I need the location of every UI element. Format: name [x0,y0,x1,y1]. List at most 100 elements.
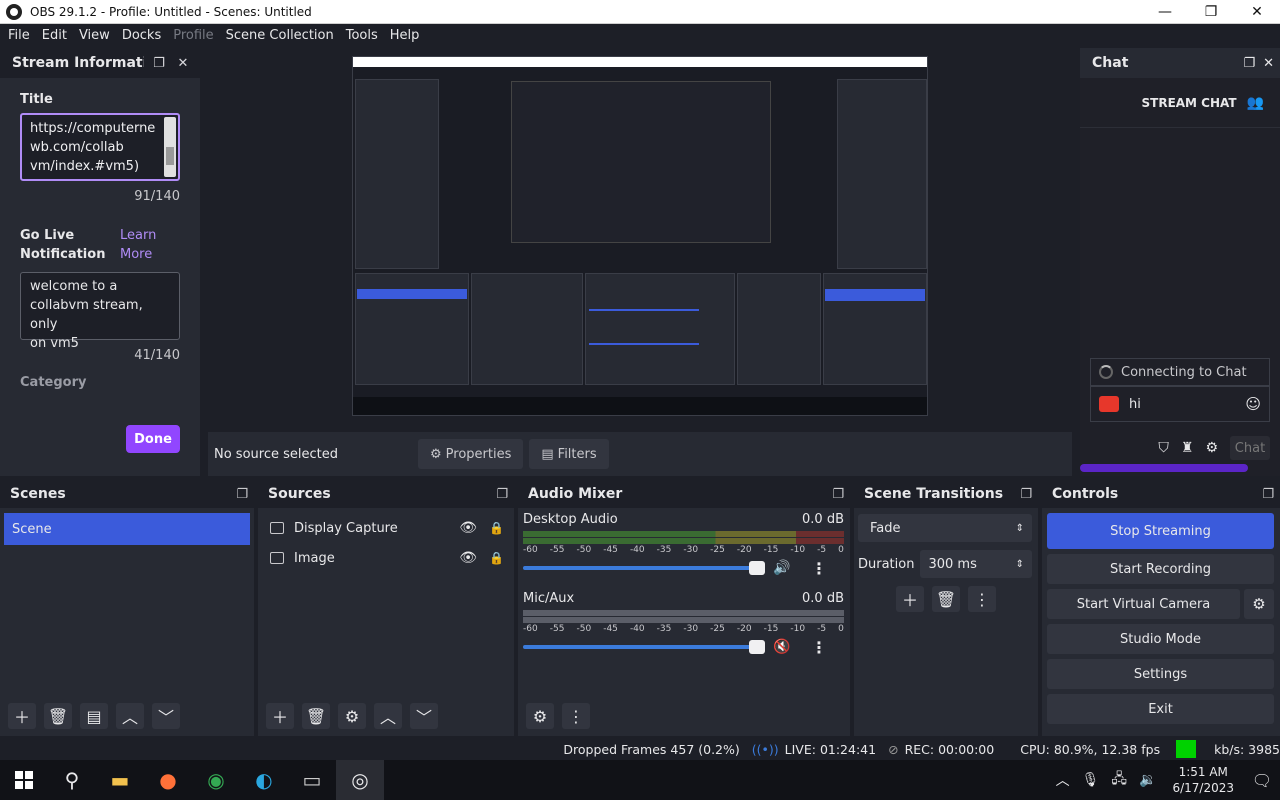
microphone-icon[interactable]: 🎙 [1082,772,1100,788]
chevron-up-icon[interactable]: ︿ [1056,770,1070,790]
menu-profile[interactable]: Profile [167,28,219,43]
minimize-button[interactable]: — [1142,0,1188,24]
float-dock-icon[interactable]: ❐ [1020,487,1032,502]
remove-transition-button[interactable]: 🗑 [932,586,960,612]
notification-textarea[interactable]: welcome to a collabvm stream, only on vm… [20,272,180,351]
menu-edit[interactable]: Edit [36,28,73,43]
remove-source-button[interactable]: 🗑 [302,703,330,729]
app-button[interactable]: ▭ [288,760,336,800]
advanced-audio-button[interactable]: ⚙ [526,703,554,729]
add-scene-button[interactable]: ＋ [8,703,36,729]
move-source-up-button[interactable]: ︿ [374,703,402,729]
more-options-icon[interactable]: ⋮ [811,638,827,657]
tick-label: -20 [736,624,752,634]
menu-docks[interactable]: Docks [116,28,167,43]
tick-label: -30 [683,624,699,634]
close-button[interactable]: ✕ [1234,0,1280,24]
shield-icon[interactable]: ⛉ [1158,440,1169,456]
edge-button[interactable]: ◐ [240,760,288,800]
search-button[interactable]: ⚲ [48,760,96,800]
duration-spinbox[interactable]: 300 ms ⇕ [920,550,1032,578]
settings-icon[interactable]: ⚙ [1205,440,1218,456]
title-textarea[interactable]: https://computerne wb.com/collab vm/inde… [20,113,180,181]
float-dock-icon[interactable]: ❐ [832,487,844,502]
network-icon[interactable]: 🖧 [1111,768,1127,792]
add-transition-button[interactable]: ＋ [896,586,924,612]
studio-mode-button[interactable]: Studio Mode [1047,624,1274,654]
eye-icon[interactable]: 👁 [459,550,477,566]
start-button[interactable] [0,760,48,800]
channel-name: Desktop Audio [523,512,618,527]
volume-slider[interactable] [523,561,765,575]
eye-icon[interactable]: 👁 [459,520,477,536]
tick-label: -5 [817,624,827,634]
properties-button[interactable]: ⚙ Properties [418,439,524,469]
close-dock-icon[interactable]: ✕ [1263,56,1274,71]
float-dock-icon[interactable]: ❐ [150,56,168,71]
source-properties-button[interactable]: ⚙ [338,703,366,729]
menu-file[interactable]: File [2,28,36,43]
lock-icon[interactable]: 🔒 [489,521,504,535]
users-icon[interactable]: 👥 [1247,95,1264,111]
exit-button[interactable]: Exit [1047,694,1274,724]
learn-more-link[interactable]: Learn More [120,226,180,264]
scene-filters-button[interactable]: ▤ [80,703,108,729]
add-source-button[interactable]: ＋ [266,703,294,729]
menu-help[interactable]: Help [384,28,426,43]
chevron-updown-icon[interactable]: ⇕ [1016,559,1024,570]
plus-icon: ＋ [901,591,918,610]
clock-date: 6/17/2023 [1172,781,1234,795]
volume-slider[interactable] [523,640,765,654]
lock-icon[interactable]: 🔒 [489,551,504,565]
menu-tools[interactable]: Tools [340,28,384,43]
clock[interactable]: 1:51 AM 6/17/2023 [1172,764,1234,796]
float-dock-icon[interactable]: ❐ [496,487,508,502]
slider-handle[interactable] [749,561,765,575]
obs-taskbar-button[interactable]: ◎ [336,760,384,800]
cheer-icon[interactable]: ♜ [1181,440,1194,456]
tick-label: -40 [629,624,645,634]
source-item[interactable]: Display Capture 👁 🔒 [258,513,514,543]
speaker-icon[interactable]: 🔊 [773,560,791,576]
float-dock-icon[interactable]: ❐ [236,487,248,502]
notification-line: welcome to a [30,279,118,294]
float-dock-icon[interactable]: ❐ [1243,56,1255,71]
volume-icon[interactable]: 🔉 [1139,772,1156,788]
speaker-muted-icon[interactable]: 🔇 [773,639,791,655]
file-explorer-button[interactable]: ▬ [96,760,144,800]
camera-icon [1099,396,1119,412]
move-scene-up-button[interactable]: ︿ [116,703,144,729]
filters-button[interactable]: ▤ Filters [529,439,609,469]
done-button[interactable]: Done [126,425,180,453]
remove-scene-button[interactable]: 🗑 [44,703,72,729]
menu-scene-collection[interactable]: Scene Collection [220,28,340,43]
slider-handle[interactable] [749,640,765,654]
chat-input[interactable]: hi ☺ [1090,386,1270,422]
transition-select[interactable]: Fade ⇕ [858,514,1032,542]
emoji-icon[interactable]: ☺ [1245,395,1261,413]
maximize-button[interactable]: ❐ [1188,0,1234,24]
stop-streaming-button[interactable]: Stop Streaming [1047,513,1274,549]
preview-canvas[interactable] [352,56,928,416]
move-source-down-button[interactable]: ﹀ [410,703,438,729]
firefox-button[interactable]: ● [144,760,192,800]
float-dock-icon[interactable]: ❐ [1262,487,1274,502]
virtual-camera-settings-button[interactable]: ⚙ [1244,589,1274,619]
start-recording-button[interactable]: Start Recording [1047,554,1274,584]
scene-item[interactable]: Scene [4,513,250,545]
spinner-icon [1099,365,1113,379]
start-virtual-camera-button[interactable]: Start Virtual Camera [1047,589,1240,619]
source-item[interactable]: Image 👁 🔒 [258,543,514,573]
menu-view[interactable]: View [73,28,116,43]
chrome-button[interactable]: ◉ [192,760,240,800]
notification-icon[interactable]: 🗨 [1244,771,1280,790]
more-options-icon[interactable]: ⋮ [811,559,827,578]
title-scrollbar[interactable] [164,117,176,177]
mixer-menu-button[interactable]: ⋮ [562,703,590,729]
transition-menu-button[interactable]: ⋮ [968,586,996,612]
chat-send-button[interactable]: Chat [1230,436,1270,460]
close-dock-icon[interactable]: ✕ [174,56,192,71]
move-scene-down-button[interactable]: ﹀ [152,703,180,729]
settings-button[interactable]: Settings [1047,659,1274,689]
go-live-label-line: Notification [20,247,106,262]
